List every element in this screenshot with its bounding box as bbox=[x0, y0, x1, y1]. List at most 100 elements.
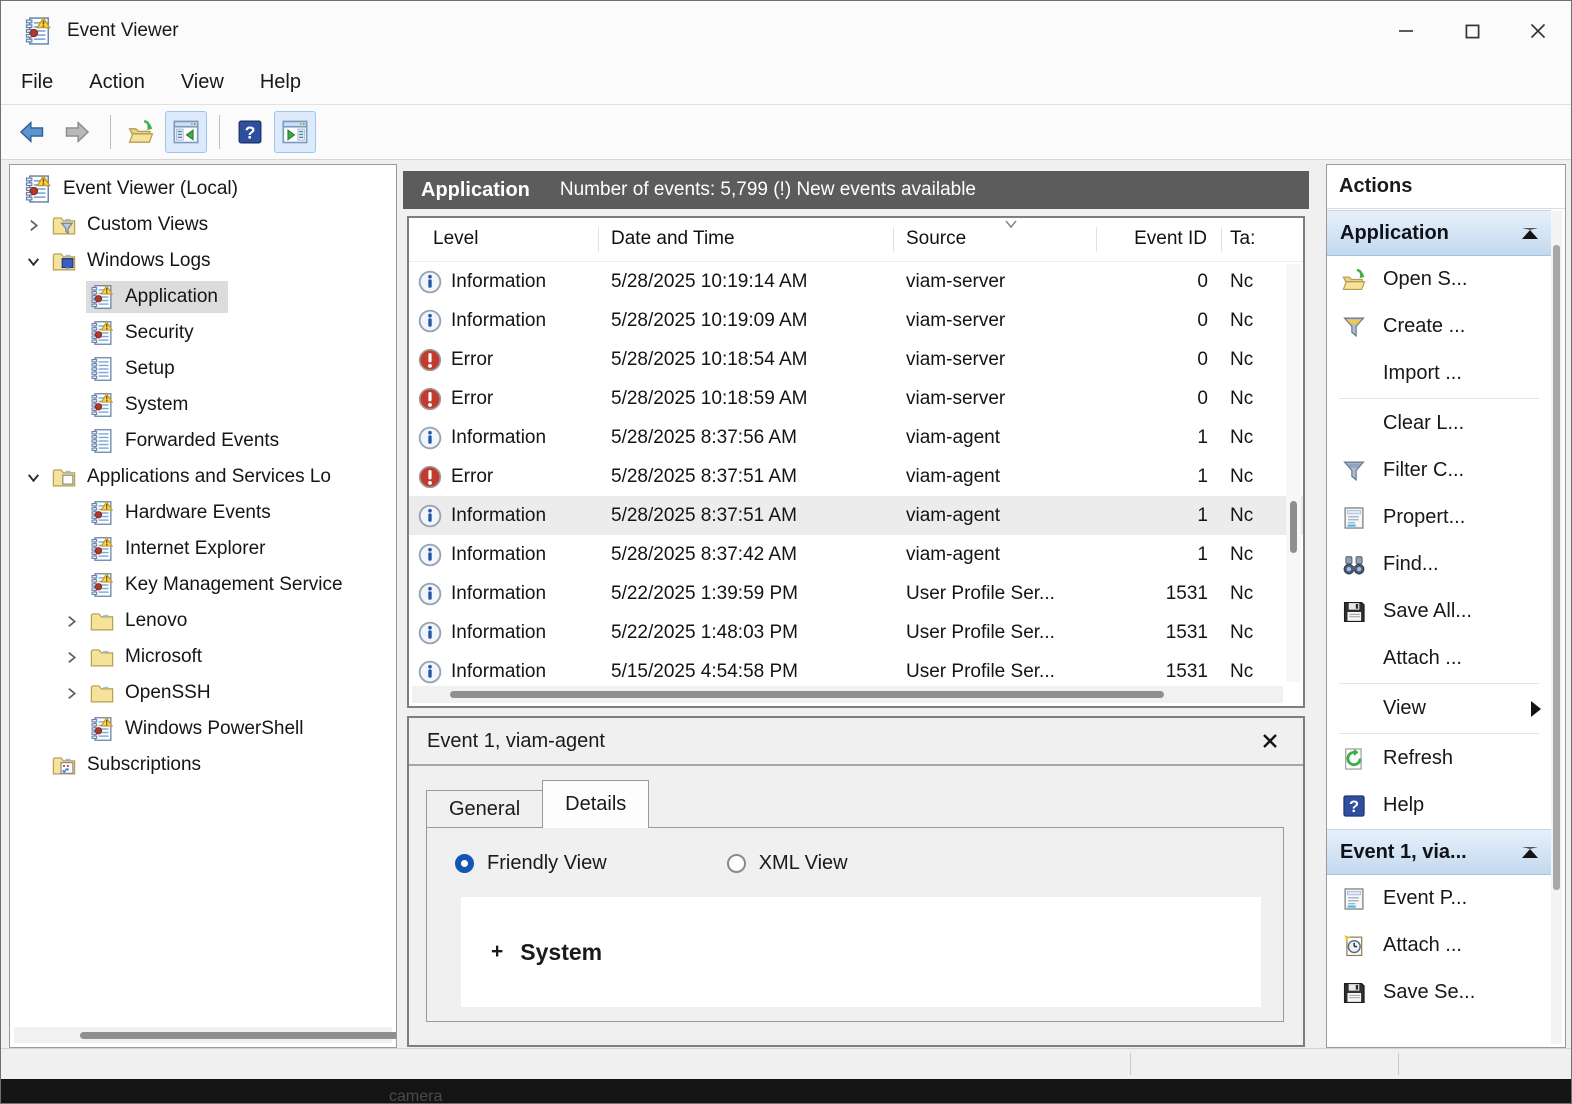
scrollbar-thumb[interactable] bbox=[80, 1032, 397, 1039]
menu-action[interactable]: Action bbox=[71, 71, 163, 94]
close-detail-button[interactable] bbox=[1255, 726, 1285, 756]
tree-item-internet-explorer[interactable]: Internet Explorer bbox=[10, 531, 396, 567]
tab-details[interactable]: Details bbox=[542, 780, 649, 828]
action-clear-l[interactable]: Clear L... bbox=[1327, 400, 1551, 447]
event-task-category-cell: Nc bbox=[1222, 271, 1264, 293]
tree-node: Microsoft bbox=[86, 641, 212, 673]
tree-item-application[interactable]: Application bbox=[10, 279, 396, 315]
action-label: Event P... bbox=[1383, 887, 1467, 910]
event-row[interactable]: Information5/28/2025 8:37:56 AMviam-agen… bbox=[409, 418, 1303, 457]
chevron-right-icon[interactable] bbox=[56, 642, 86, 672]
tree-item-event-viewer-local[interactable]: Event Viewer (Local) bbox=[10, 171, 396, 207]
event-datetime-cell: 5/28/2025 10:19:09 AM bbox=[599, 310, 894, 332]
tree-item-openssh[interactable]: OpenSSH bbox=[10, 675, 396, 711]
toolbar-back-button[interactable] bbox=[11, 111, 53, 153]
tree-item-subscriptions[interactable]: Subscriptions bbox=[10, 747, 396, 783]
action-save-all[interactable]: Save All... bbox=[1327, 588, 1551, 635]
chevron-down-icon[interactable] bbox=[18, 462, 48, 492]
action-open-s[interactable]: Open S... bbox=[1327, 256, 1551, 303]
folder-logs-icon bbox=[51, 248, 77, 274]
log-alert-icon bbox=[89, 500, 115, 526]
expand-system-node[interactable]: + bbox=[491, 940, 503, 964]
chevron-right-icon[interactable] bbox=[18, 210, 48, 240]
menu-file[interactable]: File bbox=[1, 71, 71, 94]
friendly-view-radio[interactable]: Friendly View bbox=[455, 852, 607, 875]
event-task-category-cell: Nc bbox=[1222, 544, 1264, 566]
error-icon bbox=[418, 465, 442, 489]
tree-item-windows-logs[interactable]: Windows Logs bbox=[10, 243, 396, 279]
minimize-button[interactable] bbox=[1373, 1, 1439, 61]
actions-vertical-scrollbar[interactable] bbox=[1551, 211, 1562, 1044]
tree-item-key-management-service[interactable]: Key Management Service bbox=[10, 567, 396, 603]
column-header-task-category[interactable]: Ta: bbox=[1222, 227, 1264, 253]
action-label: Attach ... bbox=[1383, 647, 1462, 670]
event-task-category-cell: Nc bbox=[1222, 310, 1264, 332]
event-row[interactable]: Information5/28/2025 10:19:14 AMviam-ser… bbox=[409, 262, 1303, 301]
column-header-date-and-time[interactable]: Date and Time bbox=[599, 227, 894, 253]
collapse-icon[interactable] bbox=[1522, 847, 1538, 858]
action-find[interactable]: Find... bbox=[1327, 541, 1551, 588]
close-button[interactable] bbox=[1505, 1, 1571, 61]
event-row[interactable]: Information5/28/2025 8:37:51 AMviam-agen… bbox=[409, 496, 1303, 535]
action-view[interactable]: View bbox=[1327, 685, 1551, 732]
tree-node: Internet Explorer bbox=[86, 533, 275, 565]
action-propert[interactable]: Propert... bbox=[1327, 494, 1551, 541]
action-group-application[interactable]: Application bbox=[1327, 210, 1551, 256]
toolbar-help-button[interactable]: ? bbox=[229, 111, 271, 153]
maximize-button[interactable] bbox=[1439, 1, 1505, 61]
sidebar-horizontal-scrollbar[interactable] bbox=[14, 1027, 392, 1043]
tree-item-lenovo[interactable]: Lenovo bbox=[10, 603, 396, 639]
toolbar-export-button[interactable] bbox=[120, 111, 162, 153]
column-header-level[interactable]: Level bbox=[409, 227, 599, 253]
event-row[interactable]: Information5/28/2025 10:19:09 AMviam-ser… bbox=[409, 301, 1303, 340]
action-attach[interactable]: Attach ... bbox=[1327, 922, 1551, 969]
event-row[interactable]: Error5/28/2025 8:37:51 AMviam-agent1Nc bbox=[409, 457, 1303, 496]
tree-item-microsoft[interactable]: Microsoft bbox=[10, 639, 396, 675]
collapse-icon[interactable] bbox=[1522, 228, 1538, 239]
tree-item-security[interactable]: Security bbox=[10, 315, 396, 351]
tree-item-setup[interactable]: Setup bbox=[10, 351, 396, 387]
tree-item-forwarded-events[interactable]: Forwarded Events bbox=[10, 423, 396, 459]
event-row[interactable]: Error5/28/2025 10:18:59 AMviam-server0Nc bbox=[409, 379, 1303, 418]
action-help[interactable]: ?Help bbox=[1327, 782, 1551, 829]
chevron-down-icon[interactable] bbox=[18, 246, 48, 276]
action-attach[interactable]: Attach ... bbox=[1327, 635, 1551, 682]
column-header-source[interactable]: Source bbox=[894, 227, 1097, 253]
action-create[interactable]: Create ... bbox=[1327, 303, 1551, 350]
event-level-cell: Error bbox=[409, 387, 599, 411]
info-icon bbox=[418, 270, 442, 294]
action-import[interactable]: Import ... bbox=[1327, 350, 1551, 397]
action-save-se[interactable]: Save Se... bbox=[1327, 969, 1551, 1016]
xml-view-radio[interactable]: XML View bbox=[727, 852, 848, 875]
scrollbar-thumb[interactable] bbox=[1290, 501, 1297, 553]
event-row[interactable]: Error5/28/2025 10:18:54 AMviam-server0Nc bbox=[409, 340, 1303, 379]
chevron-right-icon[interactable] bbox=[56, 606, 86, 636]
action-group-event-1-via[interactable]: Event 1, via... bbox=[1327, 829, 1551, 875]
menu-view[interactable]: View bbox=[163, 71, 242, 94]
tree-item-hardware-events[interactable]: Hardware Events bbox=[10, 495, 396, 531]
scrollbar-thumb[interactable] bbox=[450, 691, 1164, 698]
tab-general[interactable]: General bbox=[426, 790, 543, 828]
tree-item-windows-powershell[interactable]: Windows PowerShell bbox=[10, 711, 396, 747]
tree-item-system[interactable]: System bbox=[10, 387, 396, 423]
action-filter-c[interactable]: Filter C... bbox=[1327, 447, 1551, 494]
column-header-event-id[interactable]: Event ID bbox=[1097, 227, 1222, 253]
toolbar-forward-button[interactable] bbox=[56, 111, 98, 153]
event-list-vertical-scrollbar[interactable] bbox=[1286, 264, 1301, 682]
toolbar-show-hide-console-tree-button[interactable] bbox=[165, 111, 207, 153]
event-row[interactable]: Information5/22/2025 1:39:59 PMUser Prof… bbox=[409, 574, 1303, 613]
event-row[interactable]: Information5/22/2025 1:48:03 PMUser Prof… bbox=[409, 613, 1303, 652]
tree-item-applications-and-services-lo[interactable]: Applications and Services Lo bbox=[10, 459, 396, 495]
scrollbar-thumb[interactable] bbox=[1553, 245, 1560, 890]
action-refresh[interactable]: Refresh bbox=[1327, 735, 1551, 782]
toolbar-show-hide-action-pane-button[interactable] bbox=[274, 111, 316, 153]
event-task-category-cell: Nc bbox=[1222, 427, 1264, 449]
tree-item-custom-views[interactable]: Custom Views bbox=[10, 207, 396, 243]
event-list-horizontal-scrollbar[interactable] bbox=[412, 686, 1283, 703]
tree-item-label: Microsoft bbox=[125, 646, 202, 668]
event-level-label: Error bbox=[451, 466, 493, 488]
action-event-p[interactable]: Event P... bbox=[1327, 875, 1551, 922]
menu-help[interactable]: Help bbox=[242, 71, 319, 94]
chevron-right-icon[interactable] bbox=[56, 678, 86, 708]
event-row[interactable]: Information5/28/2025 8:37:42 AMviam-agen… bbox=[409, 535, 1303, 574]
